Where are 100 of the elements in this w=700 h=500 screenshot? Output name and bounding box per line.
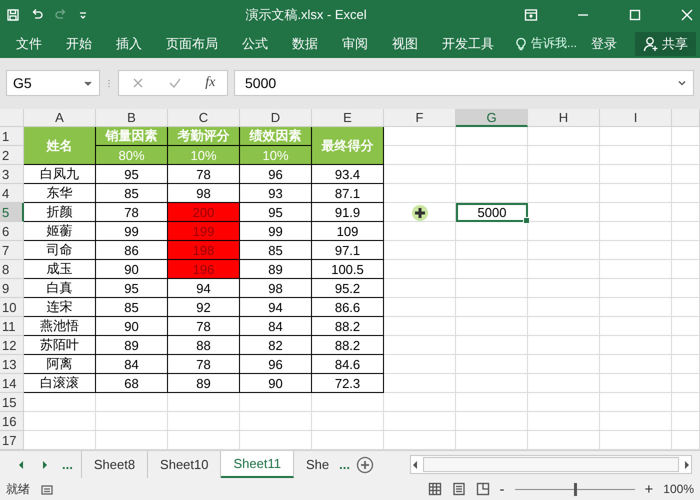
empty-cell[interactable] xyxy=(600,184,672,204)
row-header[interactable]: 16 xyxy=(0,412,24,432)
empty-cell[interactable] xyxy=(600,222,672,242)
empty-cell[interactable] xyxy=(528,165,600,184)
empty-cell[interactable] xyxy=(456,298,528,318)
name-box[interactable]: G5 xyxy=(6,70,100,96)
empty-cell[interactable] xyxy=(240,393,312,412)
row-header[interactable]: 15 xyxy=(0,393,24,412)
empty-cell[interactable] xyxy=(456,222,528,242)
empty-cell[interactable] xyxy=(528,374,600,394)
normal-view-icon[interactable] xyxy=(428,482,442,496)
empty-cell[interactable] xyxy=(600,260,672,280)
sheet-tab[interactable]: Sheet11 xyxy=(221,451,294,478)
scroll-left-icon[interactable] xyxy=(410,460,419,469)
empty-cell[interactable] xyxy=(672,260,700,280)
row-header[interactable]: 2 xyxy=(0,146,24,166)
empty-cell[interactable] xyxy=(528,203,600,222)
empty-cell[interactable] xyxy=(672,222,700,242)
fill-handle[interactable] xyxy=(523,217,530,224)
empty-cell[interactable] xyxy=(456,127,528,146)
empty-cell[interactable] xyxy=(528,127,600,146)
add-sheet-icon[interactable] xyxy=(356,456,374,474)
horizontal-scrollbar[interactable] xyxy=(410,455,692,474)
empty-cell[interactable] xyxy=(528,241,600,260)
row-header[interactable]: 9 xyxy=(0,279,24,298)
row-header[interactable]: 14 xyxy=(0,374,24,394)
column-header[interactable]: B xyxy=(96,109,168,128)
empty-cell[interactable] xyxy=(384,393,456,412)
empty-cell[interactable] xyxy=(456,393,528,412)
zoom-level[interactable]: 100% xyxy=(663,482,694,496)
ribbon-tab[interactable]: 开始 xyxy=(54,34,104,53)
empty-cell[interactable] xyxy=(600,412,672,432)
empty-cell[interactable] xyxy=(456,412,528,432)
empty-cell[interactable] xyxy=(456,279,528,298)
share-button[interactable]: 共享 xyxy=(635,32,696,56)
empty-cell[interactable] xyxy=(96,393,168,412)
empty-cell[interactable] xyxy=(600,336,672,356)
empty-cell[interactable] xyxy=(456,146,528,166)
empty-cell[interactable] xyxy=(672,393,700,412)
empty-cell[interactable] xyxy=(312,393,384,412)
empty-cell[interactable] xyxy=(600,165,672,184)
column-header[interactable]: F xyxy=(384,109,456,128)
row-header[interactable]: 11 xyxy=(0,317,24,336)
sheet-tab[interactable]: She xyxy=(294,451,334,478)
empty-cell[interactable] xyxy=(600,374,672,394)
empty-cell[interactable] xyxy=(672,298,700,318)
row-header[interactable]: 3 xyxy=(0,165,24,184)
empty-cell[interactable] xyxy=(672,165,700,184)
empty-cell[interactable] xyxy=(528,355,600,374)
empty-cell[interactable] xyxy=(528,146,600,166)
check-icon[interactable] xyxy=(168,76,182,90)
scroll-right-icon[interactable] xyxy=(683,460,691,469)
empty-cell[interactable] xyxy=(600,355,672,374)
empty-cell[interactable] xyxy=(528,393,600,412)
row-header[interactable]: 13 xyxy=(0,355,24,374)
empty-cell[interactable] xyxy=(456,184,528,204)
empty-cell[interactable] xyxy=(528,222,600,242)
row-header[interactable]: 1 xyxy=(0,127,24,146)
empty-cell[interactable] xyxy=(168,393,240,412)
maximize-icon[interactable] xyxy=(628,8,642,22)
empty-cell[interactable] xyxy=(600,298,672,318)
zoom-in-button[interactable]: + xyxy=(644,480,654,498)
empty-cell[interactable] xyxy=(600,279,672,298)
ribbon-tab[interactable]: 插入 xyxy=(104,34,154,53)
more-sheets-button[interactable]: ... xyxy=(333,451,356,478)
row-header[interactable]: 4 xyxy=(0,184,24,204)
empty-cell[interactable] xyxy=(456,317,528,336)
empty-cell[interactable] xyxy=(672,317,700,336)
active-cell[interactable]: 5000 xyxy=(456,203,528,222)
empty-cell[interactable] xyxy=(600,317,672,336)
empty-cell[interactable] xyxy=(456,165,528,184)
empty-cell[interactable] xyxy=(672,241,700,260)
empty-cell[interactable] xyxy=(456,336,528,356)
person-add-icon[interactable] xyxy=(643,36,659,52)
empty-cell[interactable] xyxy=(600,241,672,260)
column-header[interactable]: D xyxy=(240,109,312,128)
page-layout-icon[interactable] xyxy=(452,482,466,496)
ribbon-tab[interactable]: 文件 xyxy=(4,34,54,53)
zoom-out-button[interactable]: - xyxy=(500,480,505,498)
empty-cell[interactable] xyxy=(456,355,528,374)
empty-cell[interactable] xyxy=(600,393,672,412)
ribbon-tab[interactable]: 开发工具 xyxy=(430,34,506,53)
empty-cell[interactable] xyxy=(528,260,600,280)
column-header[interactable]: I xyxy=(600,109,672,128)
empty-cell[interactable] xyxy=(168,412,240,432)
empty-cell[interactable] xyxy=(528,336,600,356)
ribbon-tab[interactable]: 页面布局 xyxy=(154,34,230,53)
empty-cell[interactable] xyxy=(528,279,600,298)
empty-cell[interactable] xyxy=(240,412,312,432)
empty-cell[interactable] xyxy=(600,203,672,222)
column-header[interactable]: A xyxy=(24,109,96,128)
empty-cell[interactable] xyxy=(672,146,700,166)
column-header[interactable]: C xyxy=(168,109,240,128)
page-break-icon[interactable] xyxy=(476,482,490,496)
empty-cell[interactable] xyxy=(456,260,528,280)
row-header[interactable]: 6 xyxy=(0,222,24,242)
empty-cell[interactable] xyxy=(384,146,456,166)
close-icon[interactable] xyxy=(680,8,694,22)
empty-cell[interactable] xyxy=(672,355,700,374)
empty-cell[interactable] xyxy=(672,374,700,394)
